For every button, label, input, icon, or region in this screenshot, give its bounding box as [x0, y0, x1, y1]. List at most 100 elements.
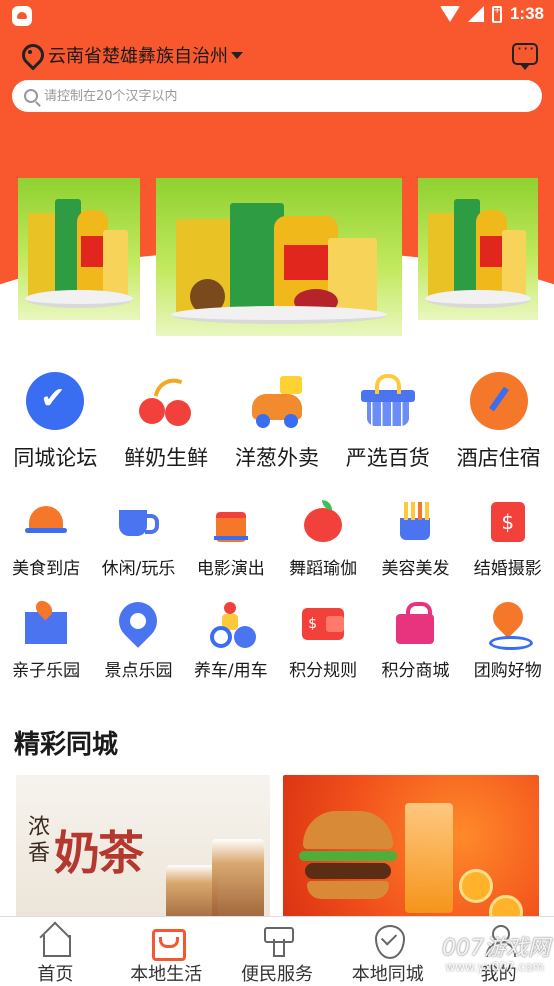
banner-product: [502, 229, 526, 298]
banner-plate: [170, 306, 388, 324]
banner-plate: [425, 290, 531, 308]
category-takeout[interactable]: 洋葱外卖: [222, 372, 332, 472]
food-tray-icon: [23, 498, 69, 544]
burger-image: [299, 811, 397, 901]
search-bar[interactable]: [12, 80, 542, 112]
check-badge-icon: [373, 925, 405, 959]
banner-slide-prev[interactable]: [18, 178, 140, 320]
nav-home[interactable]: 首页: [0, 917, 110, 986]
category-label: 养车/用车: [193, 661, 268, 681]
map-icon: [23, 600, 69, 646]
category-label: 积分规则: [289, 661, 358, 681]
category-group-buy[interactable]: 团购好物: [462, 600, 554, 681]
watermark-url: www.yx007.com: [445, 960, 544, 974]
bike-icon: [208, 600, 254, 648]
category-dance[interactable]: 舞蹈瑜伽: [277, 498, 369, 579]
location-label: 云南省楚雄彝族自治州: [48, 46, 228, 67]
card-title: 奶茶: [54, 826, 144, 880]
forum-icon: [26, 372, 85, 430]
category-label: 同城论坛: [13, 446, 98, 470]
banner-product: [427, 212, 457, 298]
banner-slide-next[interactable]: [418, 178, 538, 320]
category-label: 舞蹈瑜伽: [289, 559, 358, 579]
category-label: 美食到店: [12, 559, 81, 579]
category-movie[interactable]: 电影演出: [185, 498, 277, 579]
coffee-cup-icon: [115, 498, 161, 544]
category-food[interactable]: 美食到店: [0, 498, 92, 579]
category-goods[interactable]: 严选百货: [333, 372, 443, 472]
card-subtitle: 浓香: [28, 815, 51, 866]
category-label: 亲子乐园: [12, 661, 81, 681]
wallet-icon: [300, 600, 346, 646]
compass-icon: [469, 372, 528, 430]
category-label: 电影演出: [196, 559, 265, 579]
location-selector[interactable]: 云南省楚雄彝族自治州: [20, 40, 540, 70]
category-label: 美容美发: [381, 559, 450, 579]
nav-services[interactable]: 便民服务: [222, 917, 332, 986]
category-label: 严选百货: [345, 446, 430, 470]
burger-patty: [305, 863, 391, 879]
locate-icon: [485, 600, 533, 650]
nav-label: 便民服务: [240, 964, 313, 985]
category-points-rules[interactable]: 积分规则: [277, 600, 369, 681]
orange-slice-image: [459, 869, 493, 903]
category-forum[interactable]: 同城论坛: [0, 372, 110, 472]
nav-local-life[interactable]: 本地生活: [111, 917, 221, 986]
category-wedding[interactable]: 结婚摄影: [462, 498, 554, 579]
section-title: 精彩同城: [14, 730, 119, 760]
shopping-bag-icon: [392, 600, 438, 646]
red-packet-icon: [485, 498, 531, 544]
nav-label: 首页: [37, 964, 74, 985]
cherry-icon: [137, 372, 195, 430]
movie-icon: [208, 498, 254, 544]
category-kids[interactable]: 亲子乐园: [0, 600, 92, 681]
search-icon: [24, 89, 38, 103]
category-label: 鲜奶生鲜: [124, 446, 209, 470]
milk-tea-cup-image: [212, 839, 264, 925]
app-notification-icon: [12, 6, 32, 26]
banner-slide-current[interactable]: [156, 178, 402, 336]
category-label: 休闲/玩乐: [101, 559, 176, 579]
featured-card-milk-tea[interactable]: 浓香 奶茶: [16, 775, 270, 925]
fries-icon: [392, 498, 438, 544]
status-bar: 1:38: [0, 0, 554, 32]
category-hotel[interactable]: 酒店住宿: [444, 372, 554, 472]
category-label: 结婚摄影: [473, 559, 542, 579]
juice-glass-image: [405, 803, 453, 913]
shopping-bag-icon: [151, 925, 187, 961]
featured-card-burger[interactable]: [283, 775, 539, 925]
burger-bun: [303, 811, 393, 849]
location-pin-icon: [20, 44, 40, 66]
home-icon: [40, 925, 72, 957]
category-label: 团购好物: [473, 661, 542, 681]
category-fresh[interactable]: 鲜奶生鲜: [111, 372, 221, 472]
basket-icon: [359, 372, 417, 430]
burger-bun: [307, 881, 389, 899]
category-label: 景点乐园: [104, 661, 173, 681]
signal-icon: [467, 6, 484, 22]
sub-category-row: 美食到店 休闲/玩乐 电影演出 舞蹈瑜伽 美容美发 结婚摄影: [0, 498, 554, 579]
category-car[interactable]: 养车/用车: [185, 600, 277, 681]
app-root: 1:38 云南省楚雄彝族自治州 同城论: [0, 0, 554, 986]
location-bubble-icon: [115, 600, 161, 646]
banner-product: [27, 212, 58, 298]
nav-local-city[interactable]: 本地同城: [333, 917, 443, 986]
message-icon[interactable]: [512, 39, 538, 70]
search-input[interactable]: [44, 88, 524, 104]
category-leisure[interactable]: 休闲/玩乐: [92, 498, 184, 579]
category-label: 积分商城: [381, 661, 450, 681]
nav-label: 本地生活: [130, 964, 203, 985]
chevron-down-icon: [231, 51, 243, 59]
banner-product: [103, 229, 128, 298]
category-points-mall[interactable]: 积分商城: [369, 600, 461, 681]
nav-label: 本地同城: [351, 964, 424, 985]
category-beauty[interactable]: 美容美发: [369, 498, 461, 579]
status-indicators: 1:38: [439, 4, 544, 24]
watermark: 007游戏网: [442, 936, 550, 961]
burger-lettuce: [299, 851, 397, 861]
category-label: 洋葱外卖: [234, 446, 319, 470]
category-scenic[interactable]: 景点乐园: [92, 600, 184, 681]
status-time: 1:38: [509, 4, 544, 23]
apple-icon: [300, 498, 346, 544]
wifi-icon: [439, 6, 460, 22]
